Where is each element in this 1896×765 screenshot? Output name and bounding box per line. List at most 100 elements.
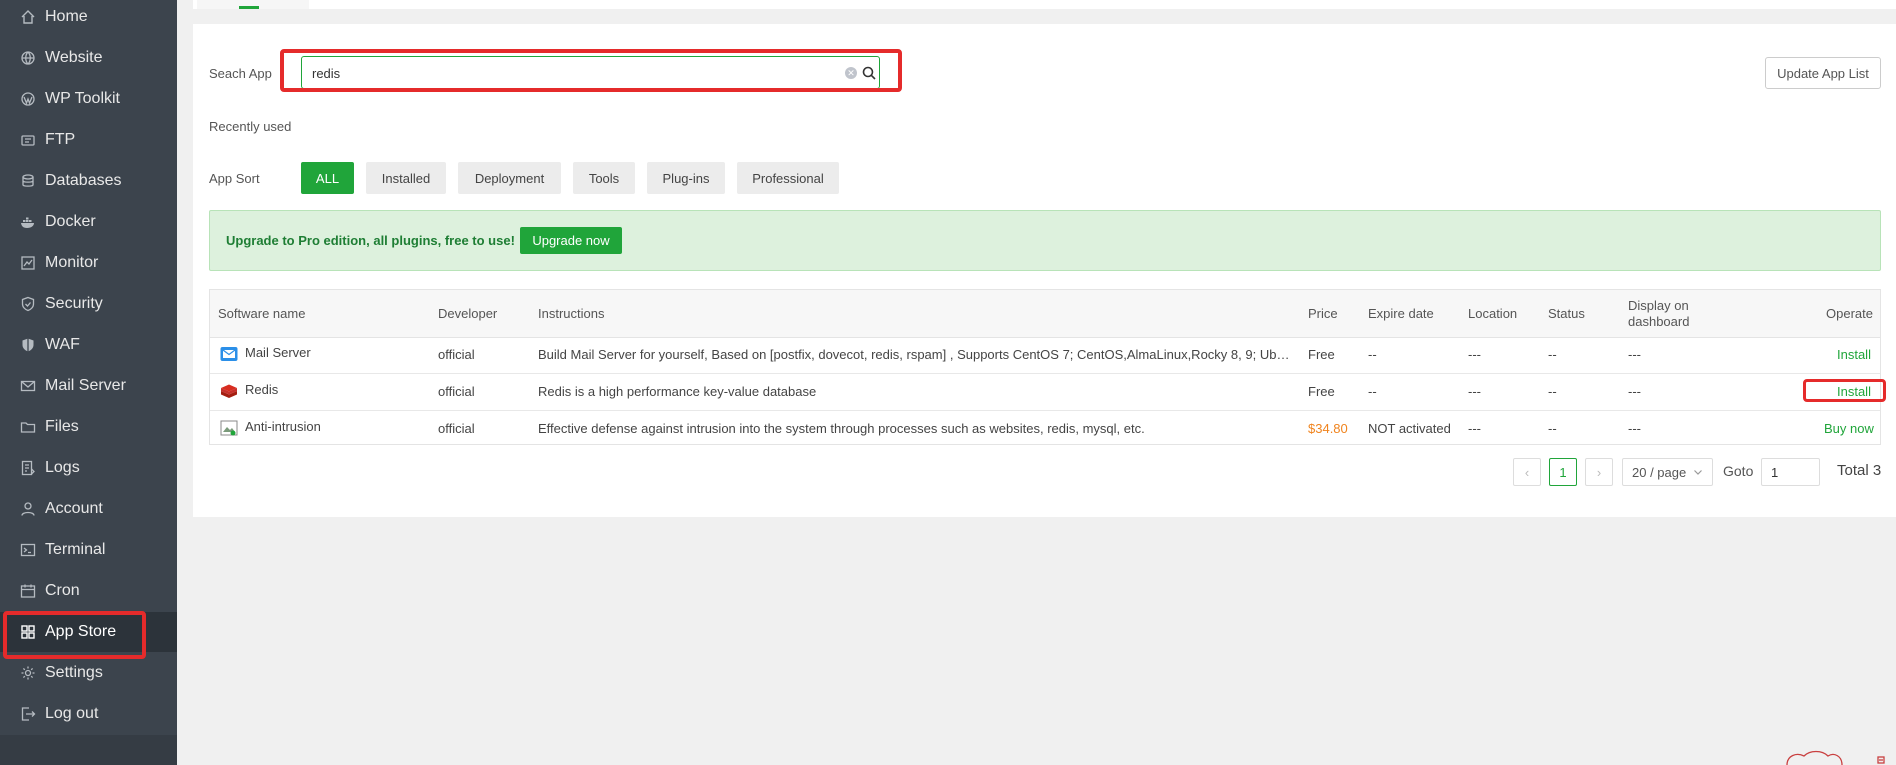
cell-instructions: Effective defense against intrusion into… xyxy=(538,421,1145,436)
shield-icon xyxy=(19,295,37,313)
cell-name: Redis xyxy=(245,382,279,397)
terminal-icon xyxy=(19,541,37,559)
cell-name: Anti-intrusion xyxy=(245,419,321,434)
buy-now-button[interactable]: Buy now xyxy=(1824,421,1874,436)
sidebar-item-label: Account xyxy=(45,500,103,517)
sidebar-item-website[interactable]: Website xyxy=(0,38,177,78)
sidebar-item-settings[interactable]: Settings xyxy=(0,653,177,693)
sidebar-item-security[interactable]: Security xyxy=(0,284,177,324)
search-icon[interactable] xyxy=(861,65,877,81)
sidebar-item-wp-toolkit[interactable]: WP Toolkit xyxy=(0,79,177,119)
cell-display: --- xyxy=(1628,347,1641,362)
sidebar-item-label: Terminal xyxy=(45,541,106,558)
sidebar-item-waf[interactable]: WAF xyxy=(0,325,177,365)
update-app-list-button[interactable]: Update App List xyxy=(1765,57,1881,89)
next-page-button[interactable]: › xyxy=(1585,458,1613,486)
search-input[interactable] xyxy=(310,57,824,90)
sort-deployment-button[interactable]: Deployment xyxy=(458,162,561,194)
sidebar-item-databases[interactable]: Databases xyxy=(0,161,177,201)
upgrade-text: Upgrade to Pro edition, all plugins, fre… xyxy=(226,233,515,248)
cell-price: $34.80 xyxy=(1308,421,1348,436)
mascot-illustration xyxy=(1786,750,1885,765)
tab-active-indicator xyxy=(239,6,259,9)
page-size-select[interactable]: 20 / page xyxy=(1622,458,1713,486)
sidebar-item-label: Monitor xyxy=(45,254,99,271)
cell-location: --- xyxy=(1468,384,1481,399)
sidebar-item-label: Security xyxy=(45,295,103,312)
sidebar-item-label: Website xyxy=(45,49,103,66)
sort-all-button[interactable]: ALL xyxy=(301,162,354,194)
cell-display: --- xyxy=(1628,421,1641,436)
sort-installed-button[interactable]: Installed xyxy=(366,162,446,194)
sidebar-item-label: WP Toolkit xyxy=(45,90,120,107)
ftp-icon xyxy=(19,131,37,149)
cell-display: --- xyxy=(1628,384,1641,399)
grid-icon xyxy=(19,623,37,641)
sidebar-item-account[interactable]: Account xyxy=(0,489,177,529)
total-count: Total 3 xyxy=(1837,462,1882,479)
clear-icon[interactable]: ✕ xyxy=(845,67,857,79)
sidebar-item-terminal[interactable]: Terminal xyxy=(0,530,177,570)
header-display-line1: Display on xyxy=(1628,298,1689,313)
header-expire-date: Expire date xyxy=(1368,306,1434,321)
sidebar-footer xyxy=(0,735,177,765)
sort-plugins-button[interactable]: Plug-ins xyxy=(647,162,725,194)
goto-label: Goto xyxy=(1723,463,1754,479)
app-table: Software name Developer Instructions Pri… xyxy=(209,289,1881,445)
cell-price: Free xyxy=(1308,347,1335,362)
sidebar-item-label: Log out xyxy=(45,705,99,722)
sidebar-item-label: WAF xyxy=(45,336,80,353)
header-software-name: Software name xyxy=(218,306,306,321)
cell-price: Free xyxy=(1308,384,1335,399)
mail-server-app-icon xyxy=(220,347,238,361)
sidebar-item-mail-server[interactable]: Mail Server xyxy=(0,366,177,406)
header-display-line2: dashboard xyxy=(1628,314,1690,329)
sidebar-item-docker[interactable]: Docker xyxy=(0,202,177,242)
sidebar-item-label: Home xyxy=(45,8,88,25)
goto-input[interactable] xyxy=(1761,458,1820,486)
sidebar-item-monitor[interactable]: Monitor xyxy=(0,243,177,283)
prev-page-button[interactable]: ‹ xyxy=(1513,458,1541,486)
header-developer: Developer xyxy=(438,306,498,321)
sidebar-item-home[interactable]: Home xyxy=(0,0,177,37)
globe-icon xyxy=(19,49,37,67)
page-1-button[interactable]: 1 xyxy=(1549,458,1577,486)
sidebar-item-files[interactable]: Files xyxy=(0,407,177,447)
upgrade-banner: Upgrade to Pro edition, all plugins, fre… xyxy=(209,210,1881,271)
sidebar-item-logs[interactable]: Logs xyxy=(0,448,177,488)
cell-status: -- xyxy=(1548,421,1557,436)
upgrade-now-button[interactable]: Upgrade now xyxy=(520,227,622,254)
waf-shield-icon xyxy=(19,336,37,354)
search-label: Seach App xyxy=(209,66,272,81)
cell-developer: official xyxy=(438,384,475,399)
user-icon xyxy=(19,500,37,518)
cell-developer: official xyxy=(438,421,475,436)
cell-expire: -- xyxy=(1368,384,1377,399)
sort-professional-button[interactable]: Professional xyxy=(737,162,839,194)
install-button[interactable]: Install xyxy=(1837,347,1871,362)
logs-icon xyxy=(19,459,37,477)
table-header: Software name Developer Instructions Pri… xyxy=(210,290,1880,338)
app-sort-label: App Sort xyxy=(209,171,260,186)
header-status: Status xyxy=(1548,306,1585,321)
sidebar-item-log-out[interactable]: Log out xyxy=(0,694,177,734)
sidebar-item-label: Docker xyxy=(45,213,96,230)
redis-install-button[interactable]: Install xyxy=(1837,384,1871,399)
cell-expire: -- xyxy=(1368,347,1377,362)
sidebar: Home Website WP Toolkit FTP Databases Do… xyxy=(0,0,177,765)
sidebar-item-app-store[interactable]: App Store xyxy=(0,612,177,652)
gear-icon xyxy=(19,664,37,682)
sidebar-item-ftp[interactable]: FTP xyxy=(0,120,177,160)
cell-status: -- xyxy=(1548,384,1557,399)
wordpress-icon xyxy=(19,90,37,108)
sidebar-item-cron[interactable]: Cron xyxy=(0,571,177,611)
table-row: Anti-intrusion official Effective defens… xyxy=(210,411,1880,447)
home-icon xyxy=(19,8,37,26)
sidebar-item-label: Cron xyxy=(45,582,80,599)
sort-tools-button[interactable]: Tools xyxy=(573,162,635,194)
cell-location: --- xyxy=(1468,421,1481,436)
folder-icon xyxy=(19,418,37,436)
header-location: Location xyxy=(1468,306,1518,321)
cell-instructions: Build Mail Server for yourself, Based on… xyxy=(538,347,1295,362)
search-box[interactable]: ✕ xyxy=(301,56,880,90)
